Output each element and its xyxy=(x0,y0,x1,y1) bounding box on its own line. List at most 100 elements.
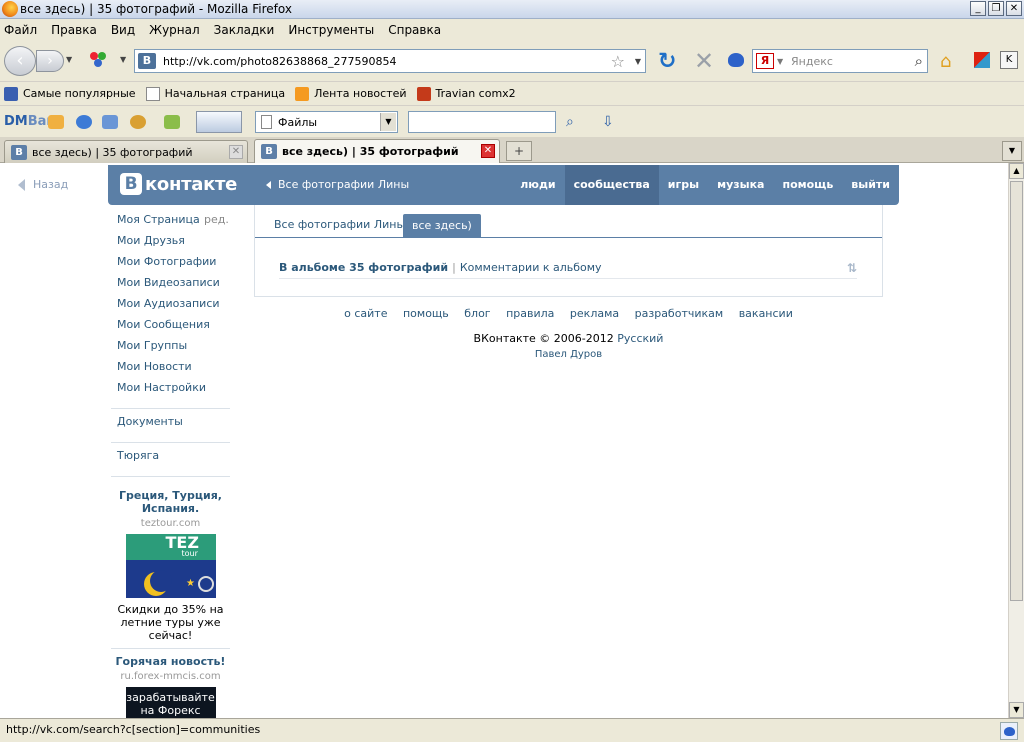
footer-help[interactable]: помощь xyxy=(403,307,449,320)
ad-image[interactable]: ★ TEZ tour xyxy=(125,534,216,598)
dmbar-category-select[interactable]: Файлы ▼ xyxy=(255,111,398,133)
ad-teztour[interactable]: Греция, Турция, Испания. teztour.com ★ T… xyxy=(111,483,230,642)
nav-logout[interactable]: выйти xyxy=(842,165,899,205)
sites-dropdown-icon[interactable]: ▼ xyxy=(120,55,126,64)
sidebar-item-my-page[interactable]: Моя Страница ред. xyxy=(111,213,230,234)
tab-2-active[interactable]: B все здесь) | 35 фотографий ✕ xyxy=(254,139,500,163)
menu-bookmarks[interactable]: Закладки xyxy=(214,23,275,37)
nav-communities[interactable]: сообщества xyxy=(564,165,659,205)
forward-button[interactable]: › xyxy=(36,50,64,72)
album-comments-link[interactable]: Комментарии к альбому xyxy=(460,261,602,274)
nav-people[interactable]: люди xyxy=(511,165,564,205)
dmbar-logo[interactable]: DMBar xyxy=(4,114,53,129)
maximize-button[interactable]: ❐ xyxy=(988,1,1004,16)
menu-history[interactable]: Журнал xyxy=(149,23,200,37)
search-placeholder[interactable]: Яндекс xyxy=(791,55,833,68)
scrollbar-thumb[interactable] xyxy=(1010,181,1023,601)
edit-link[interactable]: ред. xyxy=(204,213,229,227)
ad-image[interactable]: зарабатывайте на Форекс xyxy=(125,687,216,718)
tab-1[interactable]: B все здесь) | 35 фотографий ✕ xyxy=(4,140,248,163)
nav-games[interactable]: игры xyxy=(659,165,708,205)
tab-list-icon[interactable]: ▼ xyxy=(1002,141,1022,161)
footer-developers[interactable]: разработчикам xyxy=(635,307,724,320)
footer-rules[interactable]: правила xyxy=(506,307,554,320)
language-link[interactable]: Русский xyxy=(617,332,663,345)
sidebar-item-videos[interactable]: Мои Видеозаписи xyxy=(111,276,230,297)
plus-icon[interactable] xyxy=(76,115,92,129)
url-dropdown-icon[interactable]: ▼ xyxy=(635,57,641,66)
clock-icon[interactable] xyxy=(130,115,146,129)
back-link[interactable]: Назад xyxy=(18,178,68,191)
bookmark-popular[interactable]: Самые популярные xyxy=(4,86,136,101)
sidebar-item-photos[interactable]: Мои Фотографии xyxy=(111,255,230,276)
bookmark-star-icon[interactable]: ☆ xyxy=(611,52,625,71)
footer-jobs[interactable]: вакансии xyxy=(739,307,793,320)
chevron-down-icon[interactable]: ▼ xyxy=(380,113,396,131)
scroll-down-icon[interactable]: ▼ xyxy=(1009,702,1024,718)
footer-ads[interactable]: реклама xyxy=(570,307,619,320)
scroll-up-icon[interactable]: ▲ xyxy=(1009,163,1024,179)
home-icon[interactable]: ⌂ xyxy=(940,51,951,72)
footer-blog[interactable]: блог xyxy=(464,307,490,320)
sidebar-item-messages[interactable]: Мои Сообщения xyxy=(111,318,230,339)
windows-icon[interactable] xyxy=(102,115,118,129)
menu-tools[interactable]: Инструменты xyxy=(288,23,374,37)
ad-forex[interactable]: Горячая новость! ru.forex-mmcis.com зара… xyxy=(111,655,230,718)
ad-title[interactable]: Горячая новость! xyxy=(111,655,230,668)
footer-about[interactable]: о сайте xyxy=(344,307,387,320)
dmbar-search-icon[interactable]: ⌕ xyxy=(566,114,574,130)
nav-help[interactable]: помощь xyxy=(773,165,842,205)
menu-edit[interactable]: Правка xyxy=(51,23,97,37)
search-engine-dropdown-icon[interactable]: ▼ xyxy=(777,57,783,66)
search-box[interactable]: Я ▼ Яндекс ⌕ xyxy=(752,49,928,73)
author-link[interactable]: Павел Дуров xyxy=(254,349,883,360)
bookmark-start-page[interactable]: Начальная страница xyxy=(145,86,285,101)
divider xyxy=(111,648,230,649)
tools-icon[interactable] xyxy=(164,115,180,129)
menu-file[interactable]: Файл xyxy=(4,23,37,37)
sidebar-item-settings[interactable]: Мои Настройки xyxy=(111,381,230,402)
sidebar-item-audio[interactable]: Мои Аудиозаписи xyxy=(111,297,230,318)
album-count[interactable]: В альбоме 35 фотографий xyxy=(279,261,448,274)
close-tab-icon[interactable]: ✕ xyxy=(229,145,243,159)
close-window-button[interactable]: ✕ xyxy=(1006,1,1022,16)
greasemonkey-status-icon[interactable] xyxy=(1000,722,1018,740)
ad-title[interactable]: Греция, Турция, Испания. xyxy=(111,489,230,515)
nav-music[interactable]: музыка xyxy=(708,165,773,205)
sidebar-item-groups[interactable]: Мои Группы xyxy=(111,339,230,360)
ad-description[interactable]: Скидки до 35% на летние туры уже сейчас! xyxy=(111,603,230,642)
yandex-icon[interactable]: Я xyxy=(756,53,774,69)
vk-logo[interactable]: В контакте xyxy=(120,173,237,195)
k-addon-icon[interactable]: K xyxy=(1000,51,1018,69)
greasemonkey-icon[interactable] xyxy=(728,53,744,67)
sidebar-item-documents[interactable]: Документы xyxy=(111,415,230,436)
search-icon[interactable]: ⌕ xyxy=(915,52,923,70)
sidebar-item-news[interactable]: Мои Новости xyxy=(111,360,230,381)
addon-icon[interactable] xyxy=(974,52,990,68)
stop-icon[interactable]: ✕ xyxy=(694,47,714,75)
history-dropdown-icon[interactable]: ▼ xyxy=(66,55,72,64)
bookmark-travian[interactable]: Travian comx2 xyxy=(416,86,516,101)
breadcrumb[interactable]: Все фотографии Лины xyxy=(266,178,409,191)
dmbar-search-input[interactable] xyxy=(408,111,556,133)
address-bar[interactable]: B http://vk.com/photo82638868_277590854 … xyxy=(134,49,646,73)
chat-icon[interactable] xyxy=(48,115,64,129)
dmbar-slider[interactable] xyxy=(196,111,242,133)
colorful-sites-icon[interactable] xyxy=(90,52,108,70)
menu-view[interactable]: Вид xyxy=(111,23,135,37)
close-tab-icon[interactable]: ✕ xyxy=(481,144,495,158)
bookmark-news-feed[interactable]: Лента новостей xyxy=(295,86,407,101)
sidebar-item-tyuryaga[interactable]: Тюряга xyxy=(111,449,230,470)
new-tab-button[interactable]: + xyxy=(506,141,532,161)
url-text[interactable]: http://vk.com/photo82638868_277590854 xyxy=(163,55,396,68)
reload-icon[interactable]: ↻ xyxy=(658,49,676,74)
sidebar-item-friends[interactable]: Мои Друзья xyxy=(111,234,230,255)
sort-icon[interactable]: ⇅ xyxy=(847,261,857,275)
menu-help[interactable]: Справка xyxy=(388,23,441,37)
download-icon[interactable]: ⇩ xyxy=(602,114,614,130)
tab-all-photos[interactable]: Все фотографии Лины xyxy=(274,218,405,231)
tab-album-active[interactable]: все здесь) xyxy=(403,214,481,238)
back-button[interactable]: ‹ xyxy=(4,46,36,76)
minimize-button[interactable]: _ xyxy=(970,1,986,16)
vertical-scrollbar[interactable]: ▲ ▼ xyxy=(1008,163,1024,718)
